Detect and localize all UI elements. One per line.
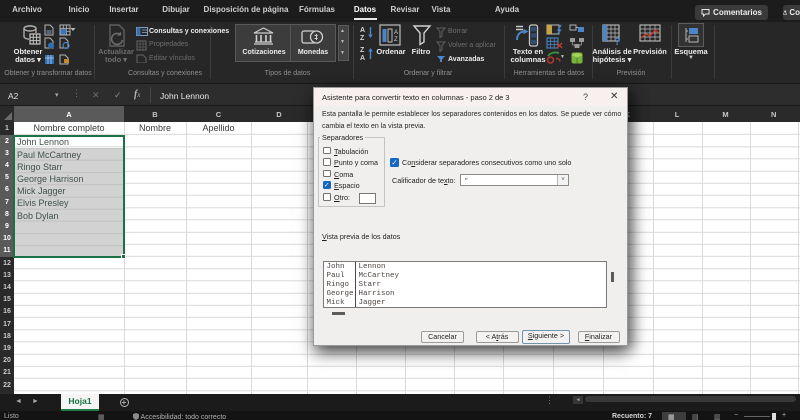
svg-text:A: A bbox=[360, 55, 365, 61]
svg-text:?: ? bbox=[614, 36, 621, 46]
svg-text:Z: Z bbox=[360, 47, 365, 54]
svg-text:Z: Z bbox=[394, 37, 398, 43]
svg-text:Z: Z bbox=[360, 35, 365, 42]
svg-text:A: A bbox=[360, 27, 365, 34]
svg-text:A: A bbox=[394, 30, 398, 36]
